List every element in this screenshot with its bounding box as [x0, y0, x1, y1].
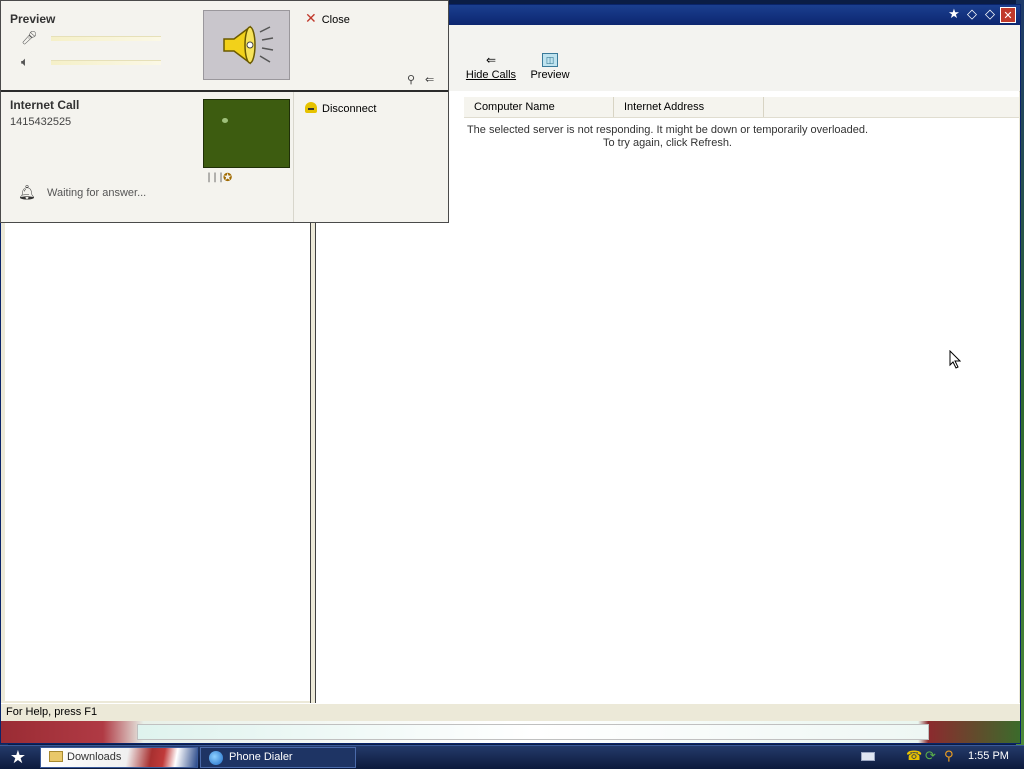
microphone-icon: 🎤︎: [21, 31, 38, 46]
call-panel: Preview 🎤︎ 🔈︎ ✕ Close ⚲ ⇐ Internet Call 1…: [0, 0, 449, 223]
keyboard-icon[interactable]: [861, 752, 875, 761]
column-internet-address[interactable]: Internet Address: [614, 97, 764, 117]
disconnect-button[interactable]: Disconnect: [305, 102, 376, 115]
sync-icon[interactable]: ⟳: [925, 749, 936, 764]
close-window-button[interactable]: ✕: [1000, 7, 1016, 23]
loudspeaker-icon: [223, 25, 274, 65]
arrow-left-icon: ⇐: [485, 53, 497, 67]
microphone-volume-slider[interactable]: [51, 36, 161, 41]
taskbar-item-label: Downloads: [67, 751, 122, 763]
folder-icon: [49, 751, 63, 762]
taskbar-item-phone-dialer[interactable]: Phone Dialer: [200, 747, 356, 768]
phone-hangup-icon: [305, 102, 317, 113]
hide-calls-button[interactable]: ⇐ Hide Calls: [465, 53, 517, 81]
preview-label: Preview: [530, 69, 570, 81]
bottom-decorative-strip: [1, 721, 1020, 743]
call-title: Internet Call: [10, 98, 80, 112]
search-icon[interactable]: ⚲: [944, 749, 954, 764]
preview-section: Preview 🎤︎ 🔈︎ ✕ Close ⚲ ⇐: [1, 1, 448, 92]
pin-icon[interactable]: ⚲: [407, 73, 415, 86]
preview-button[interactable]: ◫ Preview: [527, 53, 573, 81]
globe-icon: [209, 751, 223, 765]
column-computer-name[interactable]: Computer Name: [464, 97, 614, 117]
preview-display: [203, 10, 290, 80]
window-controls: ★ ◇ ◇ ✕: [946, 7, 1016, 23]
bell-icon: 🔔︎: [18, 185, 36, 201]
close-label: Close: [321, 14, 350, 26]
hide-calls-label: Hide Calls: [465, 69, 517, 81]
close-icon: ✕: [305, 11, 317, 27]
mouse-cursor-icon: [949, 350, 961, 369]
preview-title: Preview: [10, 12, 56, 26]
dock-panel-icon[interactable]: ⇐: [425, 73, 434, 86]
signal-level-icon: |||: [206, 172, 225, 183]
bottom-strip-inner: [137, 724, 929, 740]
taskbar: ★ Downloads Phone Dialer ☎︎ ⟳ ⚲ 1:55 PM: [0, 745, 1024, 769]
call-status: Waiting for answer...: [47, 187, 147, 199]
status-bar: For Help, press F1: [1, 703, 1020, 722]
taskbar-item-downloads[interactable]: Downloads: [40, 747, 198, 768]
clock[interactable]: 1:55 PM: [968, 750, 1009, 762]
star-icon[interactable]: ★: [946, 7, 962, 23]
maximize-button[interactable]: ◇: [982, 7, 998, 23]
close-preview-button[interactable]: ✕ Close: [305, 11, 350, 27]
add-participant-icon[interactable]: ✪: [223, 171, 232, 184]
video-noise-dot: [222, 118, 228, 123]
call-section: Internet Call 1415432525 ||| ✪ 🔔︎ Waitin…: [1, 92, 448, 222]
disconnect-label: Disconnect: [322, 103, 377, 115]
call-info: Internet Call 1415432525 ||| ✪ 🔔︎ Waitin…: [1, 92, 294, 222]
column-header: Computer Name Internet Address: [464, 97, 1019, 118]
network-icon[interactable]: ☎︎: [906, 749, 922, 764]
start-button[interactable]: ★: [6, 748, 30, 768]
preview-icon: ◫: [542, 53, 558, 67]
speaker-volume-icon: 🔈︎: [21, 55, 29, 70]
speaker-volume-slider[interactable]: [51, 60, 161, 65]
taskbar-item-label: Phone Dialer: [229, 751, 293, 763]
status-text: For Help, press F1: [6, 706, 98, 718]
minimize-button[interactable]: ◇: [964, 7, 980, 23]
directory-tree-pane[interactable]: [5, 223, 310, 701]
call-number: 1415432525: [10, 116, 72, 128]
video-display: [203, 99, 290, 168]
